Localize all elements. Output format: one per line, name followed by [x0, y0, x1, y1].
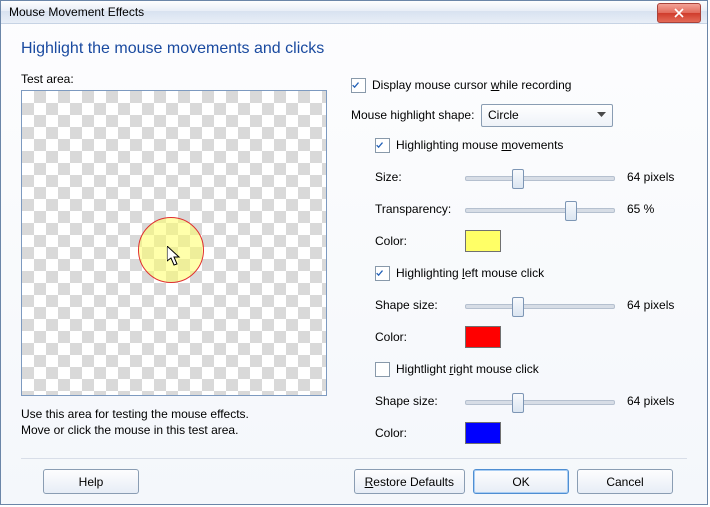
display-cursor-label: Display mouse cursor while recording	[372, 78, 571, 92]
left-click-checkbox[interactable]	[375, 266, 390, 281]
movements-transparency-value: 65 %	[627, 202, 687, 216]
slider-thumb[interactable]	[565, 201, 577, 221]
hint-line-2: Move or click the mouse in this test are…	[21, 422, 343, 438]
slider-thumb[interactable]	[512, 169, 524, 189]
movements-transparency-slider[interactable]	[465, 199, 615, 219]
movements-size-label: Size:	[375, 170, 465, 184]
right-click-size-value: 64 pixels	[627, 394, 687, 408]
page-heading: Highlight the mouse movements and clicks	[21, 40, 687, 58]
check-icon	[376, 268, 383, 279]
restore-defaults-button[interactable]: Restore Defaults	[354, 469, 465, 494]
cancel-button[interactable]: Cancel	[577, 469, 673, 494]
slider-thumb[interactable]	[512, 393, 524, 413]
movements-transparency-label: Transparency:	[375, 202, 465, 216]
right-click-checkbox[interactable]	[375, 362, 390, 377]
movements-section: Size: 64 pixels Transparency:	[375, 164, 687, 254]
right-click-size-slider[interactable]	[465, 391, 615, 411]
movements-checkbox[interactable]	[375, 138, 390, 153]
check-icon	[376, 140, 383, 151]
movements-size-slider[interactable]	[465, 167, 615, 187]
movements-color-label: Color:	[375, 234, 465, 248]
shape-row: Mouse highlight shape: Circle	[351, 102, 687, 128]
left-column: Test area: Use this area for testing the…	[21, 72, 343, 452]
left-click-size-label: Shape size:	[375, 298, 465, 312]
movements-transparency-row: Transparency: 65 %	[375, 196, 687, 222]
shape-value: Circle	[488, 108, 519, 122]
right-column: Display mouse cursor while recording Mou…	[343, 72, 687, 452]
close-icon	[674, 8, 684, 18]
left-click-size-slider[interactable]	[465, 295, 615, 315]
test-area-hint: Use this area for testing the mouse effe…	[21, 406, 343, 438]
help-button[interactable]: Help	[43, 469, 139, 494]
movements-size-row: Size: 64 pixels	[375, 164, 687, 190]
main-area: Test area: Use this area for testing the…	[21, 72, 687, 452]
movements-label: Highlighting mouse movements	[396, 138, 563, 152]
slider-thumb[interactable]	[512, 297, 524, 317]
right-click-color-swatch[interactable]	[465, 422, 501, 444]
shape-label: Mouse highlight shape:	[351, 108, 481, 122]
right-click-color-row: Color:	[375, 420, 687, 446]
left-click-section: Shape size: 64 pixels Color:	[375, 292, 687, 350]
left-click-color-row: Color:	[375, 324, 687, 350]
window-title: Mouse Movement Effects	[9, 5, 657, 19]
dialog-window: Mouse Movement Effects Highlight the mou…	[0, 0, 708, 505]
left-click-label: Highlighting left mouse click	[396, 266, 544, 280]
movements-color-swatch[interactable]	[465, 230, 501, 252]
test-area-label: Test area:	[21, 72, 343, 86]
cursor-arrow-icon	[167, 246, 183, 268]
display-cursor-checkbox[interactable]	[351, 78, 366, 93]
right-click-section: Shape size: 64 pixels Color:	[375, 388, 687, 446]
display-cursor-row: Display mouse cursor while recording	[351, 72, 687, 98]
titlebar: Mouse Movement Effects	[1, 1, 707, 24]
left-click-color-label: Color:	[375, 330, 465, 344]
left-click-size-value: 64 pixels	[627, 298, 687, 312]
dialog-body: Highlight the mouse movements and clicks…	[1, 24, 707, 504]
left-click-size-row: Shape size: 64 pixels	[375, 292, 687, 318]
right-click-size-row: Shape size: 64 pixels	[375, 388, 687, 414]
movements-color-row: Color:	[375, 228, 687, 254]
ok-button[interactable]: OK	[473, 469, 569, 494]
left-click-row: Highlighting left mouse click	[375, 260, 687, 286]
close-button[interactable]	[657, 3, 701, 23]
shape-combobox[interactable]: Circle	[481, 104, 613, 127]
movements-size-value: 64 pixels	[627, 170, 687, 184]
movements-row: Highlighting mouse movements	[375, 132, 687, 158]
right-click-label: Hightlight right mouse click	[396, 362, 539, 376]
hint-line-1: Use this area for testing the mouse effe…	[21, 406, 343, 422]
right-click-row: Hightlight right mouse click	[375, 356, 687, 382]
check-icon	[352, 80, 359, 91]
right-click-color-label: Color:	[375, 426, 465, 440]
dialog-footer: Help Restore Defaults OK Cancel	[21, 458, 687, 504]
left-click-color-swatch[interactable]	[465, 326, 501, 348]
test-area[interactable]	[21, 90, 327, 396]
right-click-size-label: Shape size:	[375, 394, 465, 408]
chevron-down-icon	[593, 107, 610, 124]
